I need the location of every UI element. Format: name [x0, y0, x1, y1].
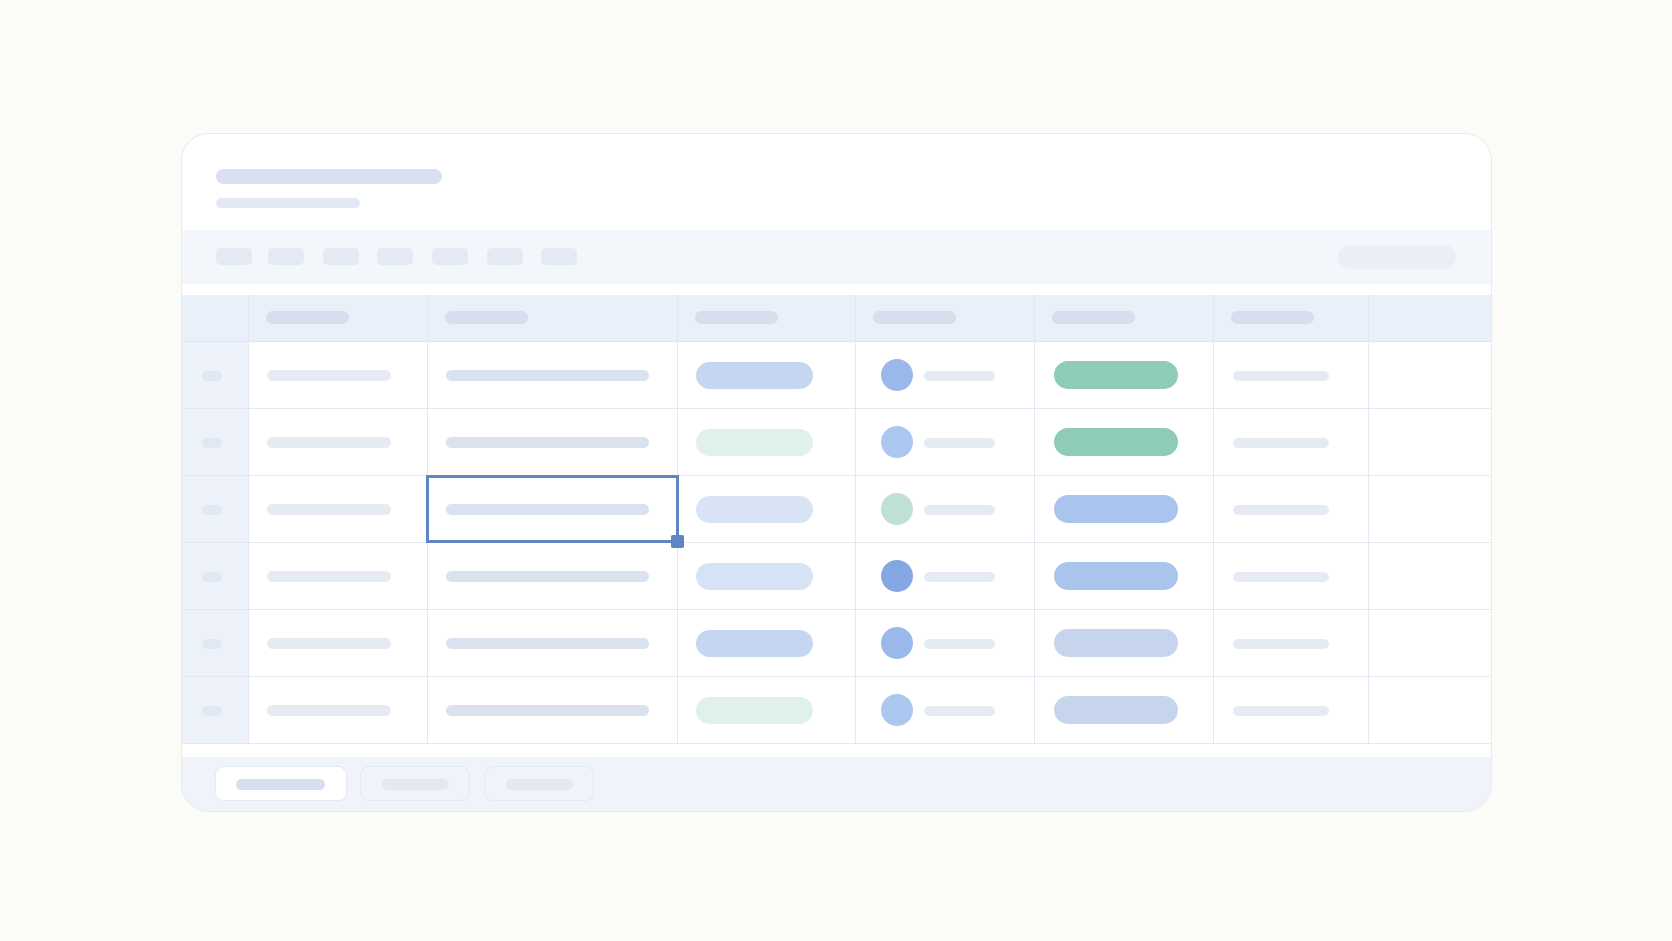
avatar [881, 426, 913, 458]
sheet-tab-active[interactable] [215, 766, 347, 801]
status-badge[interactable] [1054, 629, 1178, 657]
sheet-tab-label [382, 779, 449, 790]
row-number[interactable] [202, 505, 222, 515]
table-row[interactable] [182, 476, 1491, 543]
cell-text[interactable] [1233, 438, 1329, 448]
cell-text[interactable] [446, 705, 649, 716]
column-header[interactable] [695, 311, 778, 324]
column-divider[interactable] [1034, 295, 1035, 743]
cell-text[interactable] [267, 638, 391, 649]
owner-name [924, 371, 995, 381]
tag-chip[interactable] [696, 630, 813, 657]
page-header [182, 134, 1491, 230]
tag-chip[interactable] [696, 697, 813, 724]
owner-name [924, 572, 995, 582]
tag-chip[interactable] [696, 429, 813, 456]
status-badge[interactable] [1054, 361, 1178, 389]
sheet-tab[interactable] [484, 766, 594, 801]
table-row[interactable] [182, 342, 1491, 409]
toolbar-button[interactable] [432, 248, 468, 265]
column-header[interactable] [873, 311, 956, 324]
avatar [881, 359, 913, 391]
column-header[interactable] [1052, 311, 1135, 324]
toolbar-button[interactable] [541, 248, 577, 265]
owner-name [924, 505, 995, 515]
selected-cell-outline[interactable] [426, 475, 679, 543]
cell-text[interactable] [446, 638, 649, 649]
row-number[interactable] [202, 371, 222, 381]
table-row[interactable] [182, 409, 1491, 476]
cell-text[interactable] [267, 370, 391, 381]
sheet-tab[interactable] [360, 766, 470, 801]
column-header[interactable] [445, 311, 528, 324]
cell-text[interactable] [267, 571, 391, 582]
spreadsheet-card [181, 133, 1492, 812]
owner-name [924, 438, 995, 448]
page-subtitle [216, 198, 360, 208]
tag-chip[interactable] [696, 362, 813, 389]
cell-text[interactable] [446, 370, 649, 381]
column-header[interactable] [266, 311, 349, 324]
sheet-tabs-bar [182, 757, 1491, 811]
cell-text[interactable] [267, 437, 391, 448]
sheet-tab-label [506, 779, 573, 790]
cell-text[interactable] [1233, 505, 1329, 515]
column-divider[interactable] [855, 295, 856, 743]
status-badge[interactable] [1054, 696, 1178, 724]
column-divider[interactable] [1213, 295, 1214, 743]
page-title [216, 169, 442, 184]
avatar [881, 493, 913, 525]
row-number[interactable] [202, 639, 222, 649]
avatar [881, 560, 913, 592]
tag-chip[interactable] [696, 563, 813, 590]
cell-text[interactable] [267, 705, 391, 716]
cell-text[interactable] [1233, 572, 1329, 582]
search-input[interactable] [1338, 245, 1456, 269]
avatar [881, 694, 913, 726]
toolbar-button[interactable] [323, 248, 359, 265]
column-divider[interactable] [1368, 295, 1369, 743]
cell-text[interactable] [267, 504, 391, 515]
toolbar-button[interactable] [487, 248, 523, 265]
column-divider[interactable] [248, 295, 249, 743]
cell-text[interactable] [1233, 639, 1329, 649]
toolbar-button[interactable] [377, 248, 413, 265]
table-row[interactable] [182, 677, 1491, 744]
owner-name [924, 639, 995, 649]
table-row[interactable] [182, 543, 1491, 610]
column-header[interactable] [1231, 311, 1314, 324]
cell-text[interactable] [1233, 371, 1329, 381]
status-badge[interactable] [1054, 495, 1178, 523]
toolbar-button[interactable] [268, 248, 304, 265]
status-badge[interactable] [1054, 562, 1178, 590]
sheet-tab-label [236, 779, 325, 790]
toolbar-button[interactable] [216, 248, 252, 265]
data-grid [182, 295, 1491, 744]
cell-text[interactable] [446, 571, 649, 582]
table-row[interactable] [182, 610, 1491, 677]
status-badge[interactable] [1054, 428, 1178, 456]
avatar [881, 627, 913, 659]
cell-text[interactable] [1233, 706, 1329, 716]
header-row [182, 295, 1491, 342]
tag-chip[interactable] [696, 496, 813, 523]
row-number[interactable] [202, 706, 222, 716]
cell-text[interactable] [446, 437, 649, 448]
fill-handle[interactable] [671, 535, 684, 548]
owner-name [924, 706, 995, 716]
row-number[interactable] [202, 572, 222, 582]
toolbar [182, 230, 1491, 284]
row-number[interactable] [202, 438, 222, 448]
